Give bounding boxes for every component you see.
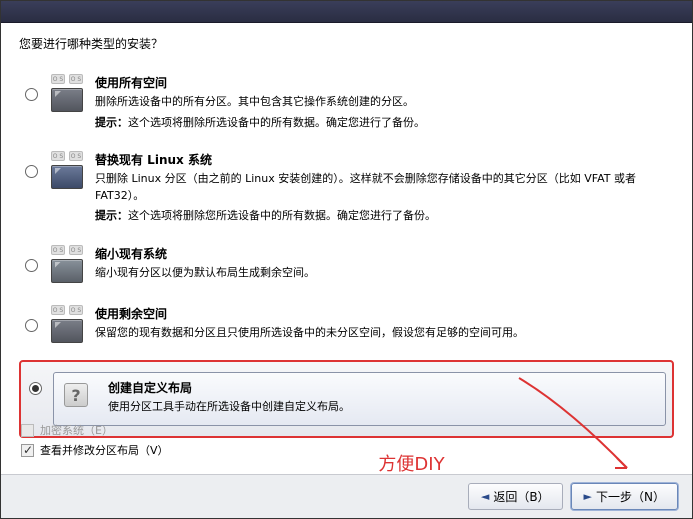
check-encrypt-label: 加密系统（E） bbox=[40, 422, 113, 438]
option-use-all-space[interactable]: O S O S 使用所有空间 删除所选设备中的所有分区。其中包含其它操作系统创建… bbox=[19, 68, 674, 137]
option-title: 缩小现有系统 bbox=[95, 245, 670, 263]
option-warn: 提示：这个选项将删除您所选设备中的所有数据。确定您进行了备份。 bbox=[95, 208, 670, 225]
window-titlebar bbox=[1, 1, 692, 23]
option-desc: 缩小现有分区以便为默认布局生成剩余空间。 bbox=[95, 265, 670, 282]
wizard-footer: ◄ 返回（B） ► 下一步（N） bbox=[1, 474, 692, 518]
radio-replace-linux[interactable] bbox=[25, 165, 38, 178]
radio-use-free[interactable] bbox=[25, 319, 38, 332]
disk-icon: O S O S bbox=[49, 74, 85, 114]
install-type-options: O S O S 使用所有空间 删除所选设备中的所有分区。其中包含其它操作系统创建… bbox=[19, 68, 674, 442]
back-button[interactable]: ◄ 返回（B） bbox=[468, 483, 563, 510]
radio-use-all[interactable] bbox=[25, 88, 38, 101]
radio-shrink[interactable] bbox=[25, 259, 38, 272]
disk-icon: O S O S bbox=[49, 245, 85, 285]
disk-icon: O S O S bbox=[49, 305, 85, 345]
arrow-left-icon: ◄ bbox=[481, 490, 489, 503]
option-desc: 只删除 Linux 分区（由之前的 Linux 安装创建的）。这样就不会删除您存… bbox=[95, 171, 670, 204]
option-desc: 删除所选设备中的所有分区。其中包含其它操作系统创建的分区。 bbox=[95, 94, 670, 111]
bottom-checkboxes: 加密系统（E） 查看并修改分区布局（V） bbox=[21, 422, 169, 458]
option-title: 创建自定义布局 bbox=[108, 379, 657, 397]
disk-icon: O S O S bbox=[49, 151, 85, 191]
option-title: 使用剩余空间 bbox=[95, 305, 670, 323]
question-icon: ? bbox=[62, 379, 98, 409]
option-shrink[interactable]: O S O S 缩小现有系统 缩小现有分区以便为默认布局生成剩余空间。 bbox=[19, 239, 674, 292]
option-desc: 保留您的现有数据和分区且只使用所选设备中的未分区空间，假设您有足够的空间可用。 bbox=[95, 325, 670, 342]
installer-content: 您要进行哪种类型的安装？ O S O S 使用所有空间 删除所选设备中的所有分区… bbox=[1, 23, 692, 476]
install-type-prompt: 您要进行哪种类型的安装？ bbox=[19, 35, 674, 52]
radio-custom[interactable] bbox=[29, 382, 42, 395]
checkbox-encrypt bbox=[21, 424, 34, 437]
check-review-label: 查看并修改分区布局（V） bbox=[40, 442, 169, 458]
option-replace-linux[interactable]: O S O S 替换现有 Linux 系统 只删除 Linux 分区（由之前的 … bbox=[19, 145, 674, 231]
checkbox-review[interactable] bbox=[21, 444, 34, 457]
next-button[interactable]: ► 下一步（N） bbox=[571, 483, 678, 510]
annotation-diy: 方便DIY bbox=[149, 450, 674, 476]
option-title: 使用所有空间 bbox=[95, 74, 670, 92]
check-encrypt-row: 加密系统（E） bbox=[21, 422, 169, 438]
check-review-row[interactable]: 查看并修改分区布局（V） bbox=[21, 442, 169, 458]
option-use-free[interactable]: O S O S 使用剩余空间 保留您的现有数据和分区且只使用所选设备中的未分区空… bbox=[19, 299, 674, 352]
arrow-right-icon: ► bbox=[584, 490, 592, 503]
option-desc: 使用分区工具手动在所选设备中创建自定义布局。 bbox=[108, 399, 657, 416]
option-warn: 提示：这个选项将删除所选设备中的所有数据。确定您进行了备份。 bbox=[95, 115, 670, 132]
option-title: 替换现有 Linux 系统 bbox=[95, 151, 670, 169]
